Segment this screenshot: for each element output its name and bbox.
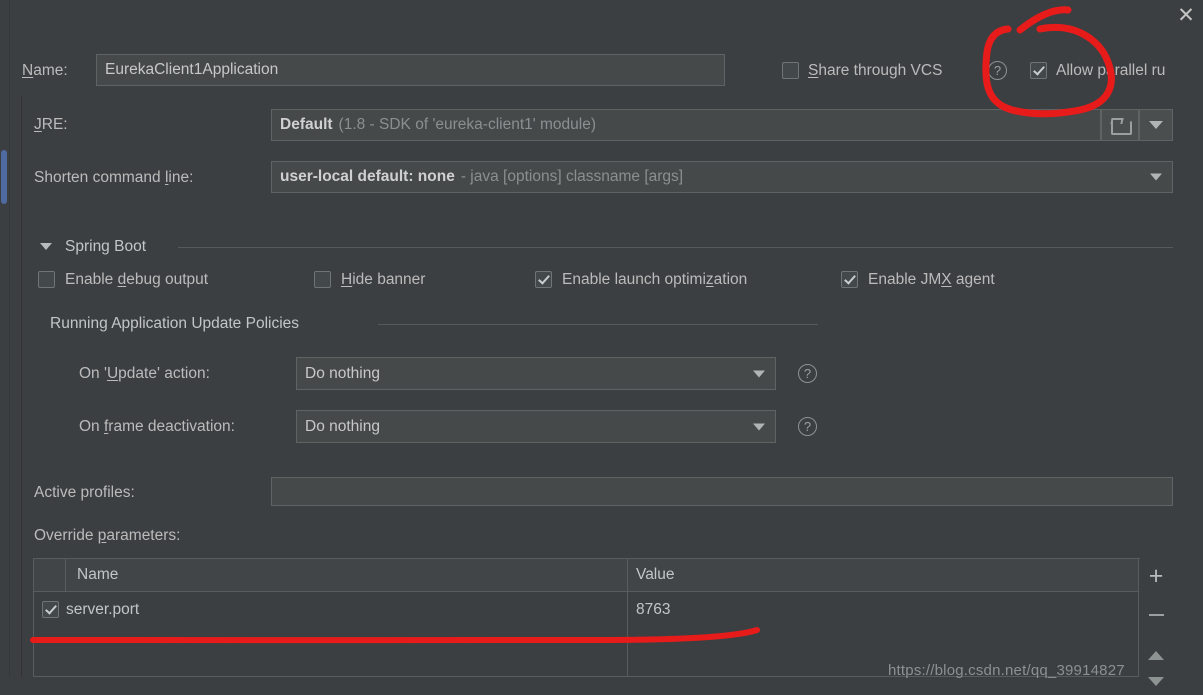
move-down-icon — [1148, 676, 1164, 686]
on-update-action-value: Do nothing — [305, 364, 380, 382]
spring-boot-section-rule — [178, 247, 1173, 248]
share-through-vcs-checkbox[interactable] — [782, 62, 799, 79]
table-header-value[interactable]: Value — [636, 566, 675, 584]
table-row-value[interactable]: 8763 — [636, 601, 670, 619]
enable-debug-output-checkbox[interactable] — [38, 271, 55, 288]
move-parameter-up-button[interactable] — [1141, 641, 1171, 669]
on-frame-deactivation-value: Do nothing — [305, 417, 380, 435]
on-frame-deactivation-combo[interactable]: Do nothing — [296, 410, 776, 443]
panel-divider-outer — [9, 0, 10, 677]
name-label: Name: — [22, 62, 68, 79]
table-row-name[interactable]: server.port — [66, 601, 139, 619]
add-parameter-button[interactable]: + — [1141, 562, 1171, 590]
update-policies-title: Running Application Update Policies — [50, 315, 300, 332]
hide-banner-checkbox[interactable] — [314, 271, 331, 288]
watermark-text: https://blog.csdn.net/qq_39914827 — [888, 662, 1125, 679]
table-row-checkbox[interactable] — [42, 601, 59, 618]
remove-parameter-button[interactable] — [1141, 601, 1171, 629]
enable-launch-optimization-checkbox[interactable] — [535, 271, 552, 288]
active-profiles-label: Active profiles: — [34, 484, 135, 501]
enable-debug-output-label[interactable]: Enable debug output — [65, 271, 208, 289]
annotation-circle-top-stub — [1016, 6, 1072, 34]
enable-jmx-agent-checkbox[interactable] — [841, 271, 858, 288]
shorten-command-line-label: Shorten command line: — [34, 169, 194, 186]
override-parameters-label: Override parameters: — [34, 527, 181, 544]
chevron-down-icon — [753, 423, 765, 430]
shorten-command-line-combo[interactable]: user-local default: none - java [options… — [271, 161, 1173, 193]
on-frame-deactivation-label: On frame deactivation: — [79, 418, 235, 435]
on-update-action-combo[interactable]: Do nothing — [296, 357, 776, 390]
chevron-down-icon — [753, 370, 765, 377]
close-icon[interactable]: ✕ — [1173, 2, 1199, 28]
on-update-action-label: On 'Update' action: — [79, 365, 210, 382]
allow-parallel-run-checkbox[interactable] — [1030, 62, 1047, 79]
shorten-value-secondary: - java [options] classname [args] — [460, 168, 684, 185]
vertical-scrollbar-thumb[interactable] — [1, 150, 7, 204]
share-vcs-help-icon[interactable]: ? — [988, 61, 1007, 80]
move-up-icon — [1148, 650, 1164, 660]
active-profiles-input[interactable] — [271, 477, 1173, 506]
share-through-vcs-label[interactable]: Share through VCS — [808, 62, 942, 80]
panel-divider-inner — [21, 96, 22, 677]
jre-dropdown-button[interactable] — [1139, 109, 1173, 141]
chevron-down-icon — [1149, 121, 1163, 129]
chevron-down-icon — [1150, 173, 1162, 181]
minus-icon — [1148, 614, 1164, 616]
enable-launch-optimization-label[interactable]: Enable launch optimization — [562, 271, 747, 289]
plus-icon: + — [1148, 561, 1164, 590]
jre-browse-button[interactable] — [1101, 109, 1139, 141]
jre-input[interactable]: Default (1.8 - SDK of 'eureka-client1' m… — [271, 109, 1101, 141]
jre-label: JRE: — [34, 116, 68, 133]
update-policies-rule — [378, 324, 818, 325]
hide-banner-label[interactable]: Hide banner — [341, 271, 425, 289]
allow-parallel-run-label[interactable]: Allow parallel ru — [1056, 62, 1165, 80]
move-parameter-down-button[interactable] — [1141, 667, 1171, 695]
name-input[interactable]: EurekaClient1Application — [96, 54, 725, 86]
table-column-sep — [627, 559, 628, 677]
table-header-row — [34, 559, 1139, 592]
on-update-action-help-icon[interactable]: ? — [798, 364, 817, 383]
on-frame-deactivation-help-icon[interactable]: ? — [798, 417, 817, 436]
jre-value-primary: Default — [280, 116, 333, 133]
jre-value-secondary: (1.8 - SDK of 'eureka-client1' module) — [338, 116, 597, 133]
table-header-sep-1 — [65, 559, 66, 592]
table-header-name[interactable]: Name — [77, 566, 118, 584]
left-rail — [0, 0, 9, 677]
spring-boot-section-title: Spring Boot — [65, 238, 146, 255]
run-configuration-dialog: ✕ Name: EurekaClient1Application Share t… — [0, 0, 1203, 686]
enable-jmx-agent-label[interactable]: Enable JMX agent — [868, 271, 995, 289]
name-input-value: EurekaClient1Application — [105, 61, 279, 78]
shorten-value-primary: user-local default: none — [280, 168, 455, 185]
folder-icon — [1110, 118, 1132, 135]
spring-boot-collapse-icon[interactable] — [40, 243, 52, 250]
